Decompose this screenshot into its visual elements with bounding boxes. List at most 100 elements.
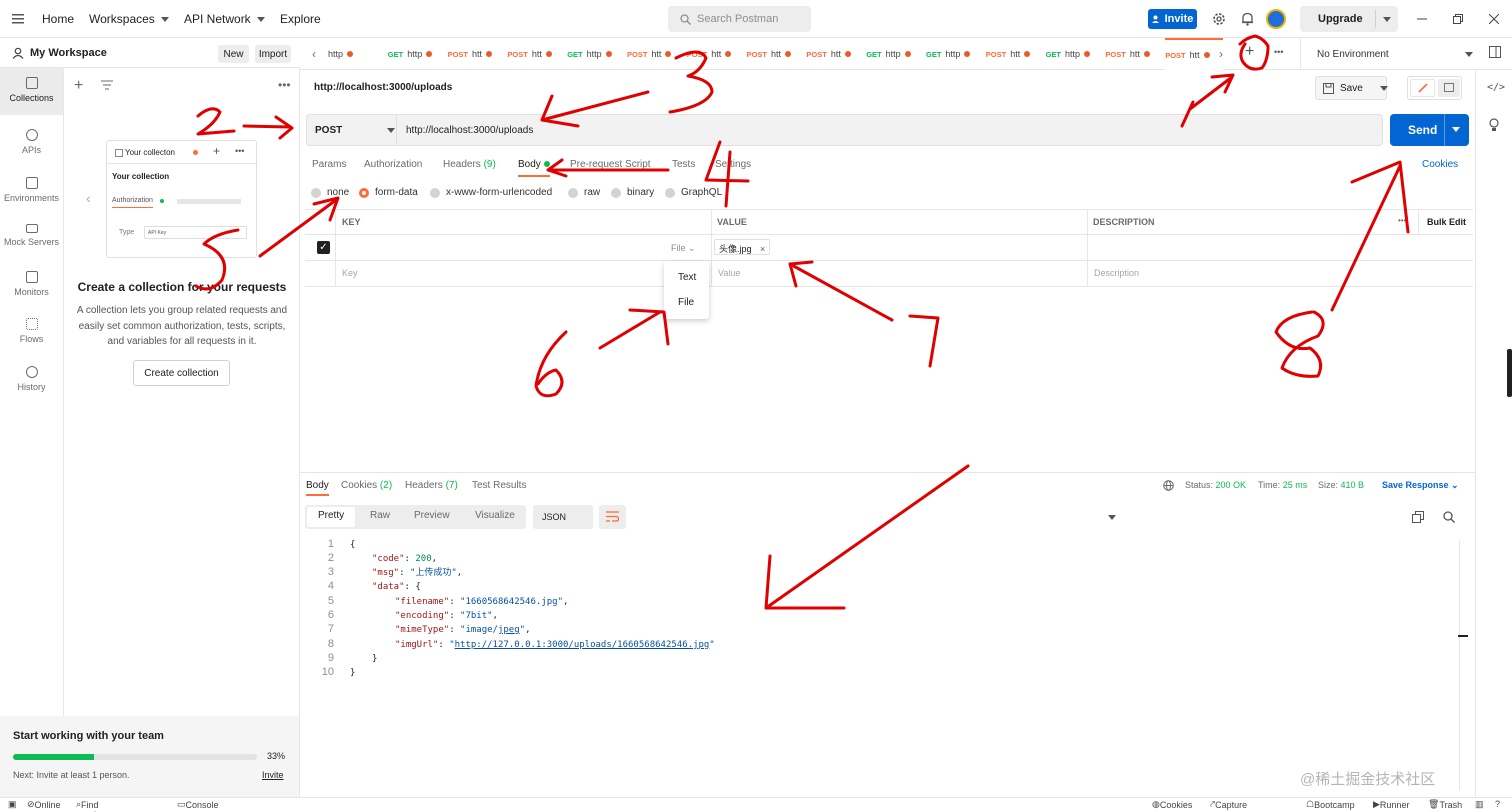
bootcamp-button[interactable]: ☖ Bootcamp <box>1306 799 1355 810</box>
request-tab[interactable]: GET http <box>388 38 446 70</box>
img-url-link[interactable]: http://127.0.0.1:3000/uploads/1660568642… <box>455 640 710 650</box>
request-tab[interactable]: GET http <box>1046 38 1104 70</box>
nav-workspaces[interactable]: Workspaces <box>89 0 169 38</box>
tab-headers[interactable]: Headers (9) <box>443 159 496 170</box>
search-input[interactable]: Search Postman <box>668 6 811 32</box>
sidebar-item-flows[interactable]: Flows <box>0 309 63 356</box>
response-tab-test-results[interactable]: Test Results <box>472 480 526 491</box>
more-icon[interactable]: ••• <box>1274 47 1283 57</box>
more-icon[interactable]: ••• <box>278 78 291 92</box>
request-tab[interactable]: POST htt <box>687 38 745 70</box>
request-tab[interactable]: POST htt <box>747 38 805 70</box>
sidebar-item-monitors[interactable]: Monitors <box>0 262 63 309</box>
plus-icon[interactable]: + <box>74 77 83 95</box>
lightbulb-icon[interactable] <box>1488 118 1500 135</box>
request-tab[interactable]: POST htt <box>806 38 864 70</box>
layout-icon[interactable]: ▣ <box>8 799 17 810</box>
close-icon[interactable]: × <box>760 244 765 254</box>
response-time[interactable]: Time: 25 ms <box>1258 480 1307 490</box>
code-snippet-icon[interactable]: </> <box>1487 82 1505 93</box>
close-icon[interactable] <box>1489 0 1499 38</box>
request-tab[interactable]: GET http <box>866 38 924 70</box>
request-tab[interactable]: http <box>328 38 386 70</box>
sidebar-toggle-icon[interactable] <box>1489 46 1501 61</box>
request-tab[interactable]: POST htt <box>986 38 1044 70</box>
request-tab[interactable]: POST htt <box>507 38 565 70</box>
request-tab[interactable]: POST htt <box>1165 38 1223 70</box>
radio-form-data[interactable]: form-data <box>359 187 418 198</box>
runner-button[interactable]: ▶ Runner <box>1373 799 1409 810</box>
search-icon[interactable] <box>1443 511 1455 526</box>
chevron-right-icon[interactable]: › <box>1219 47 1223 61</box>
new-button[interactable]: New <box>218 45 249 63</box>
import-button[interactable]: Import <box>255 45 291 63</box>
save-button[interactable]: Save <box>1315 76 1388 100</box>
globe-icon[interactable] <box>1163 480 1174 494</box>
tab-pre-request-script[interactable]: Pre-request Script <box>570 159 651 170</box>
filter-icon[interactable] <box>101 80 113 93</box>
tab-tests[interactable]: Tests <box>672 159 695 170</box>
doc-mode-button[interactable] <box>1438 79 1460 97</box>
nav-api-network[interactable]: API Network <box>184 0 265 38</box>
mode-visualize[interactable]: Visualize <box>475 510 515 521</box>
save-response-button[interactable]: Save Response ⌄ <box>1382 480 1459 491</box>
hamburger-icon[interactable] <box>12 0 24 38</box>
console-button[interactable]: ▭ Console <box>177 799 219 810</box>
key-type-select[interactable]: File ⌄ <box>671 243 696 254</box>
url-input[interactable] <box>397 114 1383 146</box>
environment-selector[interactable]: No Environment <box>1300 38 1475 70</box>
tab-settings[interactable]: Settings <box>715 159 751 170</box>
tab-params[interactable]: Params <box>312 159 346 170</box>
chevron-down-icon[interactable] <box>1383 17 1391 22</box>
cookies-link[interactable]: Cookies <box>1422 159 1458 170</box>
code-scrollbar[interactable] <box>1459 540 1460 790</box>
layout-icon[interactable]: ▥ <box>1475 799 1484 810</box>
scroll-handle[interactable] <box>1507 349 1512 397</box>
new-tab-plus-icon[interactable]: + <box>1245 43 1254 61</box>
find-replace-button[interactable]: ⌕ Find and Replace <box>76 799 99 812</box>
value-input[interactable]: Value <box>718 268 740 278</box>
dropdown-option-file[interactable]: File <box>678 297 694 308</box>
chevron-down-icon[interactable] <box>1452 127 1460 132</box>
wrap-lines-button[interactable] <box>599 505 626 529</box>
mode-pretty[interactable]: Pretty <box>318 510 344 521</box>
upgrade-button[interactable]: Upgrade <box>1300 6 1398 32</box>
request-tab[interactable]: POST htt <box>448 38 506 70</box>
nav-home[interactable]: Home <box>42 0 74 38</box>
radio-binary[interactable]: binary <box>611 187 654 198</box>
create-collection-button[interactable]: Create collection <box>133 360 230 386</box>
capture-requests-button[interactable]: ⤤ Capture requests <box>1210 799 1250 812</box>
radio-none[interactable]: none <box>311 187 349 198</box>
response-tab-headers[interactable]: Headers (7) <box>405 480 458 491</box>
request-tab[interactable]: POST htt <box>1105 38 1163 70</box>
bulk-edit-button[interactable]: Bulk Edit <box>1427 217 1466 227</box>
sidebar-item-history[interactable]: History <box>0 357 63 404</box>
request-tab[interactable]: GET http <box>926 38 984 70</box>
more-icon[interactable]: ••• <box>1398 216 1406 225</box>
mode-raw[interactable]: Raw <box>370 510 390 521</box>
request-tab[interactable]: GET http <box>567 38 625 70</box>
key-input[interactable]: Key <box>342 268 358 278</box>
gear-icon[interactable] <box>1212 12 1226 29</box>
radio-x-www-form-urlencoded[interactable]: x-www-form-urlencoded <box>430 187 552 198</box>
format-select[interactable]: JSON <box>533 505 1116 529</box>
nav-explore[interactable]: Explore <box>280 0 321 38</box>
restore-icon[interactable] <box>1453 0 1463 38</box>
response-tab-cookies[interactable]: Cookies (2) <box>341 480 392 491</box>
file-chip[interactable]: 头像.jpg × <box>714 239 771 255</box>
edit-mode-button[interactable] <box>1410 79 1435 97</box>
dropdown-option-text[interactable]: Text <box>678 272 696 283</box>
avatar[interactable] <box>1266 9 1286 29</box>
help-icon[interactable]: ? <box>1495 799 1500 809</box>
request-tab[interactable]: POST htt <box>627 38 685 70</box>
send-button[interactable]: Send <box>1390 114 1469 146</box>
bell-icon[interactable] <box>1241 12 1254 29</box>
response-size[interactable]: Size: 410 B <box>1318 480 1364 490</box>
invite-button[interactable]: Invite <box>1148 9 1197 29</box>
team-invite-link[interactable]: Invite <box>262 770 284 780</box>
sidebar-item-collections[interactable]: Collections <box>0 68 63 115</box>
radio-raw[interactable]: raw <box>568 187 600 198</box>
tab-authorization[interactable]: Authorization <box>364 159 422 170</box>
radio-graphql[interactable]: GraphQL <box>665 187 722 198</box>
trash-button[interactable]: 🗑 Trash <box>1428 799 1462 810</box>
